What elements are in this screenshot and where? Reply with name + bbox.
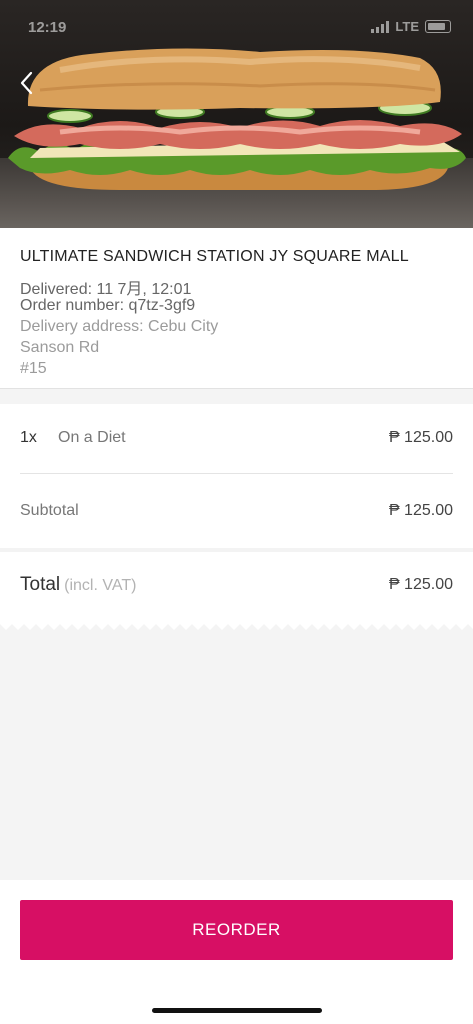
divider <box>20 473 453 474</box>
status-indicators: LTE <box>371 19 451 34</box>
delivery-address-street: Sanson Rd <box>20 339 100 356</box>
bottom-action-bar: REORDER <box>0 880 473 1024</box>
status-time: 12:19 <box>28 19 67 36</box>
item-quantity: 1x <box>20 429 37 446</box>
total-label: Total (incl. VAT) <box>20 574 136 596</box>
order-summary-card: 1x On a Diet ₱ 125.00 Subtotal ₱ 125.00 … <box>0 404 473 624</box>
battery-icon <box>425 20 451 33</box>
total-label-text: Total <box>20 574 61 595</box>
order-number: Order number: q7tz-3gf9 <box>20 297 196 314</box>
subtotal-label: Subtotal <box>20 502 79 519</box>
receipt-edge <box>0 620 473 630</box>
delivery-address: Delivery address: Cebu City <box>20 318 219 335</box>
chevron-left-icon <box>20 71 33 95</box>
carrier-label: LTE <box>395 19 419 34</box>
back-button[interactable] <box>14 68 38 98</box>
vat-note: (incl. VAT) <box>64 577 137 594</box>
delivered-time: Delivered: 11 7月, 12:01 <box>20 281 192 298</box>
item-price: ₱ 125.00 <box>388 429 453 446</box>
divider <box>0 548 473 552</box>
order-info-card: ULTIMATE SANDWICH STATION JY SQUARE MALL… <box>0 228 473 389</box>
sandwich-image <box>8 48 466 190</box>
store-name: ULTIMATE SANDWICH STATION JY SQUARE MALL <box>20 248 409 265</box>
status-bar: 12:19 LTE <box>0 0 473 44</box>
home-indicator <box>152 1008 322 1013</box>
hero-image: 12:19 LTE <box>0 0 473 228</box>
signal-icon <box>371 20 390 33</box>
delivery-address-unit: #15 <box>20 360 47 377</box>
subtotal-value: ₱ 125.00 <box>388 502 453 519</box>
item-name: On a Diet <box>58 429 126 446</box>
reorder-button[interactable]: REORDER <box>20 900 453 960</box>
total-value: ₱ 125.00 <box>388 576 453 593</box>
